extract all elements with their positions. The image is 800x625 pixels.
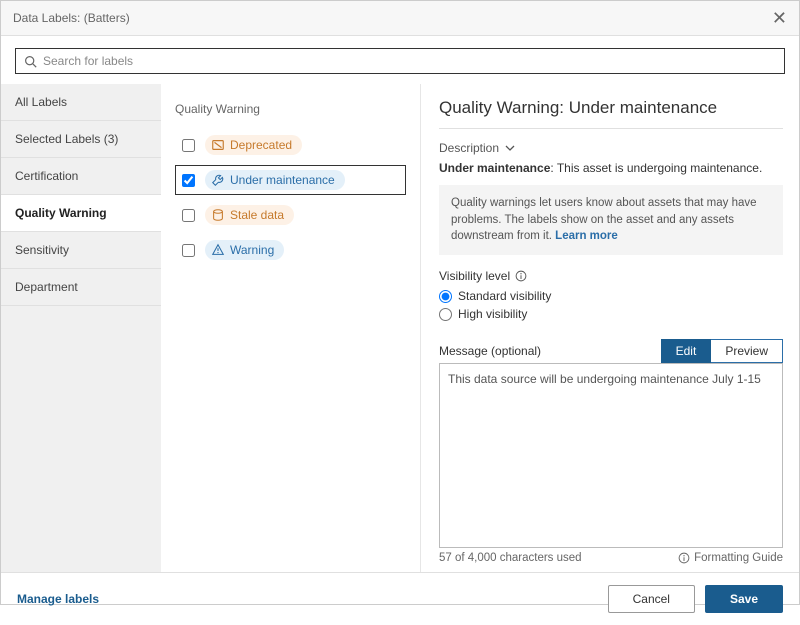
search-box[interactable]	[15, 48, 785, 74]
visibility-label-row: Visibility level	[439, 269, 783, 283]
sidebar: All Labels Selected Labels (3) Certifica…	[1, 84, 161, 572]
search-input[interactable]	[43, 54, 776, 68]
footer: Manage labels Cancel Save	[1, 572, 799, 625]
label-list-title: Quality Warning	[175, 102, 406, 116]
message-header: Message (optional) Edit Preview	[439, 339, 783, 363]
radio-standard-visibility[interactable]: Standard visibility	[439, 289, 783, 303]
dialog-title: Data Labels: (Batters)	[13, 11, 130, 25]
chevron-down-icon	[505, 143, 515, 153]
description-term: Under maintenance	[439, 161, 550, 175]
checkbox-under-maintenance[interactable]	[182, 174, 195, 187]
detail-panel: Quality Warning: Under maintenance Descr…	[421, 84, 799, 572]
chip-label: Under maintenance	[230, 173, 335, 187]
label-row-under-maintenance[interactable]: Under maintenance	[175, 165, 406, 195]
checkbox-stale-data[interactable]	[182, 209, 195, 222]
warning-icon	[211, 243, 225, 257]
message-footer: 57 of 4,000 characters used Formatting G…	[439, 552, 783, 564]
radio-input-standard[interactable]	[439, 290, 452, 303]
description-label: Description	[439, 141, 499, 155]
message-label: Message (optional)	[439, 344, 541, 358]
label-list-panel: Quality Warning Deprecated Under mainten…	[161, 84, 421, 572]
message-tabs: Edit Preview	[661, 339, 783, 363]
visibility-label: Visibility level	[439, 269, 510, 283]
chip-deprecated: Deprecated	[205, 135, 302, 155]
chip-label: Stale data	[230, 208, 284, 222]
stale-data-icon	[211, 208, 225, 222]
checkbox-deprecated[interactable]	[182, 139, 195, 152]
description-toggle[interactable]: Description	[439, 141, 783, 155]
sidebar-tab-selected-labels[interactable]: Selected Labels (3)	[1, 121, 161, 158]
formatting-guide-text: Formatting Guide	[694, 552, 783, 564]
radio-input-high[interactable]	[439, 308, 452, 321]
message-textarea[interactable]	[439, 363, 783, 548]
chip-label: Warning	[230, 243, 274, 257]
info-icon[interactable]	[515, 270, 527, 282]
chip-label: Deprecated	[230, 138, 292, 152]
save-button[interactable]: Save	[705, 585, 783, 613]
tab-preview[interactable]: Preview	[711, 339, 783, 363]
checkbox-warning[interactable]	[182, 244, 195, 257]
radio-label: High visibility	[458, 307, 527, 321]
tab-edit[interactable]: Edit	[661, 339, 712, 363]
sidebar-tab-department[interactable]: Department	[1, 269, 161, 306]
info-box: Quality warnings let users know about as…	[439, 185, 783, 255]
cancel-button[interactable]: Cancel	[608, 585, 695, 613]
info-icon	[678, 552, 690, 564]
chip-stale-data: Stale data	[205, 205, 294, 225]
sidebar-tab-sensitivity[interactable]: Sensitivity	[1, 232, 161, 269]
search-icon	[24, 55, 37, 68]
label-row-deprecated[interactable]: Deprecated	[175, 130, 406, 160]
close-icon[interactable]: ✕	[772, 9, 787, 27]
char-count: 57 of 4,000 characters used	[439, 552, 582, 564]
description-text: : This asset is undergoing maintenance.	[550, 161, 762, 175]
formatting-guide-link[interactable]: Formatting Guide	[678, 552, 783, 564]
learn-more-link[interactable]: Learn more	[555, 230, 618, 242]
main-area: All Labels Selected Labels (3) Certifica…	[1, 84, 799, 572]
titlebar: Data Labels: (Batters) ✕	[1, 1, 799, 36]
footer-buttons: Cancel Save	[608, 585, 783, 613]
label-row-stale-data[interactable]: Stale data	[175, 200, 406, 230]
label-row-warning[interactable]: Warning	[175, 235, 406, 265]
sidebar-tab-certification[interactable]: Certification	[1, 158, 161, 195]
radio-high-visibility[interactable]: High visibility	[439, 307, 783, 321]
chip-warning: Warning	[205, 240, 284, 260]
chip-under-maintenance: Under maintenance	[205, 170, 345, 190]
divider	[439, 128, 783, 129]
deprecated-icon	[211, 138, 225, 152]
maintenance-icon	[211, 173, 225, 187]
radio-label: Standard visibility	[458, 289, 551, 303]
detail-heading: Quality Warning: Under maintenance	[439, 98, 783, 118]
description-line: Under maintenance: This asset is undergo…	[439, 161, 783, 175]
sidebar-tab-quality-warning[interactable]: Quality Warning	[1, 195, 161, 232]
manage-labels-link[interactable]: Manage labels	[17, 592, 99, 606]
search-container	[1, 36, 799, 84]
sidebar-tab-all-labels[interactable]: All Labels	[1, 84, 161, 121]
